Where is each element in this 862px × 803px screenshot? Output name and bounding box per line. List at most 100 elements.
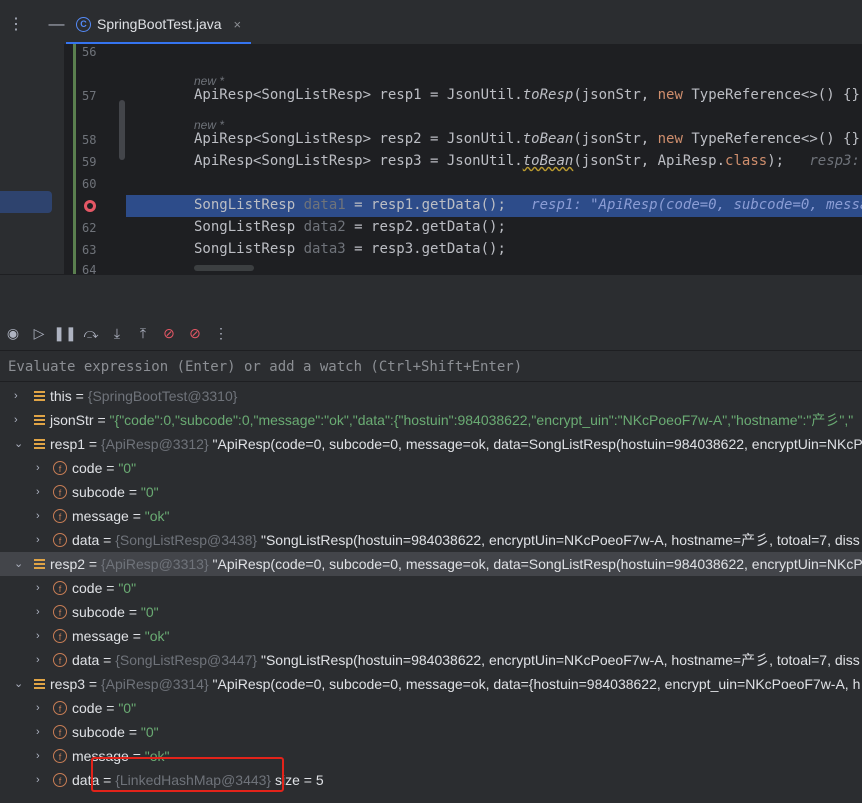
variable-row[interactable]: ⌄ resp3 = {ApiResp@3314} "ApiResp(code=0,… (0, 672, 862, 696)
chevron-right-icon[interactable]: › (36, 720, 48, 744)
variable-type: {SongListResp@3447} (115, 652, 261, 668)
breakpoint-icon[interactable] (84, 200, 96, 212)
chevron-down-icon[interactable]: ⌄ (14, 552, 26, 576)
variable-value: "ok" (144, 508, 170, 524)
line-number: 57 (82, 89, 97, 103)
field-icon: f (53, 773, 67, 787)
evaluate-expression-input[interactable] (6, 355, 850, 379)
code-line[interactable]: ApiResp<SongListResp> resp3 = JsonUtil.t… (194, 153, 862, 169)
variable-name: message (72, 628, 129, 644)
step-over-icon[interactable]: ⤼ (78, 321, 104, 345)
tab-springboottest-java[interactable]: C SpringBootTest.java × (66, 6, 252, 44)
field-icon: f (53, 533, 67, 547)
field-row[interactable]: › f data = {SongListResp@3438} "SongListRe… (0, 528, 862, 552)
chevron-down-icon[interactable]: ⌄ (14, 432, 26, 456)
chevron-down-icon[interactable]: ⌄ (14, 672, 26, 696)
variable-row[interactable]: › jsonStr = "{"code":0,"subcode":0,"messa… (0, 408, 862, 432)
code-line[interactable]: ApiResp<SongListResp> resp1 = JsonUtil.t… (194, 87, 862, 103)
step-out-icon[interactable]: ⤒ (130, 321, 156, 345)
variable-name: message (72, 508, 129, 524)
debug-toolbar: ◉ ▷ ❚❚ ⤼ ⤓ ⤒ ⊘ ⊘ ⋮ (0, 317, 862, 349)
vcs-change-marker (73, 44, 76, 274)
chevron-right-icon[interactable]: › (36, 696, 48, 720)
variable-name: subcode (72, 724, 125, 740)
chevron-right-icon[interactable]: › (14, 384, 26, 408)
step-into-icon[interactable]: ⤓ (104, 321, 130, 345)
chevron-right-icon[interactable]: › (36, 504, 48, 528)
variables-tree[interactable]: › this = {SpringBootTest@3310} › jsonStr =… (0, 382, 862, 803)
variable-row[interactable]: ⌄ resp2 = {ApiResp@3313} "ApiResp(code=0,… (0, 552, 862, 576)
close-icon[interactable]: × (234, 17, 242, 32)
variable-value: "0" (118, 700, 137, 716)
chevron-right-icon[interactable]: › (36, 576, 48, 600)
field-row[interactable]: › f code = "0" (0, 456, 862, 480)
vertical-scrollbar[interactable] (119, 100, 125, 160)
field-row[interactable]: › f subcode = "0" (0, 720, 862, 744)
code-editor[interactable]: 56 57 new * ApiResp<SongListResp> resp1 = J… (64, 44, 862, 274)
chevron-right-icon[interactable]: › (36, 528, 48, 552)
variable-row[interactable]: › this = {SpringBootTest@3310} (0, 384, 862, 408)
variable-value: "ApiResp(code=0, subcode=0, message=ok, … (212, 676, 861, 692)
code-line[interactable]: SongListResp data1 = resp1.getData(); re… (194, 197, 862, 213)
variable-value: "0" (140, 484, 159, 500)
code-line[interactable]: SongListResp data2 = resp2.getData(); (194, 219, 506, 235)
annotation-highlight-box (91, 757, 284, 792)
variable-name: resp2 (50, 556, 86, 572)
chevron-right-icon[interactable]: › (14, 408, 26, 432)
variable-type: {ApiResp@3313} (101, 556, 213, 572)
horizontal-scrollbar[interactable] (194, 265, 254, 271)
chevron-right-icon[interactable]: › (36, 456, 48, 480)
resume-icon[interactable]: ▷ (26, 321, 52, 345)
variable-value: "0" (118, 460, 137, 476)
line-number: 63 (82, 243, 97, 257)
line-number: 64 (82, 263, 97, 274)
variable-row[interactable]: ⌄ resp1 = {ApiResp@3312} "ApiResp(code=0,… (0, 432, 862, 456)
field-row[interactable]: › f message = "ok" (0, 504, 862, 528)
evaluate-bar (0, 350, 862, 382)
chevron-right-icon[interactable]: › (36, 648, 48, 672)
code-line[interactable]: SongListResp data3 = resp3.getData(); (194, 241, 506, 257)
line-number: 60 (82, 177, 97, 191)
field-icon: f (53, 485, 67, 499)
tab-title: SpringBootTest.java (97, 16, 222, 32)
field-icon: f (53, 461, 67, 475)
options-menu-icon[interactable]: ⋮ — (8, 14, 74, 34)
field-icon: f (53, 629, 67, 643)
variable-value: "{"code":0,"subcode":0,"message":"ok","d… (109, 412, 854, 428)
chevron-right-icon[interactable]: › (36, 744, 48, 768)
field-icon: f (53, 509, 67, 523)
field-row[interactable]: › f subcode = "0" (0, 480, 862, 504)
variable-name: resp3 (50, 676, 86, 692)
line-number: 62 (82, 221, 97, 235)
chevron-right-icon[interactable]: › (36, 624, 48, 648)
project-selected-item[interactable] (0, 191, 52, 213)
variable-name: data (72, 652, 100, 668)
chevron-right-icon[interactable]: › (36, 480, 48, 504)
variable-value: "0" (118, 580, 137, 596)
view-breakpoints-icon[interactable]: ⊘ (156, 321, 182, 345)
field-row[interactable]: › f code = "0" (0, 576, 862, 600)
variable-value: "ok" (144, 628, 170, 644)
variable-name: subcode (72, 604, 125, 620)
chevron-right-icon[interactable]: › (36, 600, 48, 624)
chevron-right-icon[interactable]: › (36, 768, 48, 792)
line-number: 58 (82, 133, 97, 147)
pause-icon[interactable]: ❚❚ (52, 321, 78, 345)
field-icon: f (53, 581, 67, 595)
variable-value: "SongListResp(hostuin=984038622, encrypt… (260, 652, 860, 668)
mute-breakpoints-icon[interactable]: ⊘ (182, 321, 208, 345)
more-icon[interactable]: ⋮ (208, 321, 234, 345)
inline-value-hint: resp1: "ApiResp(code=0, subcode=0, messa… (531, 197, 862, 213)
java-class-icon: C (76, 16, 91, 32)
code-line[interactable]: ApiResp<SongListResp> resp2 = JsonUtil.t… (194, 131, 862, 147)
variable-name: data (72, 532, 100, 548)
field-row[interactable]: › f message = "ok" (0, 624, 862, 648)
field-row[interactable]: › f data = {SongListResp@3447} "SongListRe… (0, 648, 862, 672)
eye-icon[interactable]: ◉ (0, 321, 26, 345)
variable-name: subcode (72, 484, 125, 500)
variable-type: {SongListResp@3438} (115, 532, 261, 548)
local-variable-icon (34, 415, 45, 425)
local-variable-icon (34, 559, 45, 569)
field-row[interactable]: › f code = "0" (0, 696, 862, 720)
field-row[interactable]: › f subcode = "0" (0, 600, 862, 624)
